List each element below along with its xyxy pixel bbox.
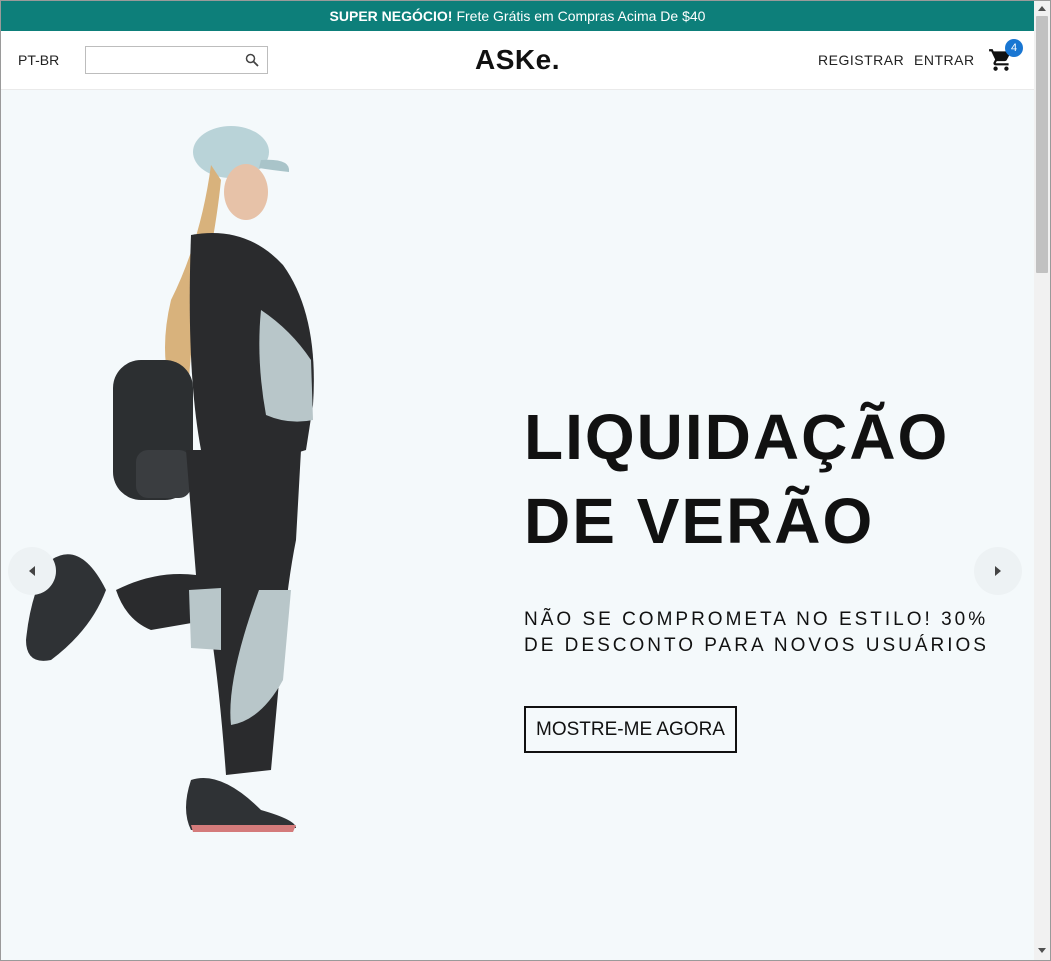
search-box bbox=[85, 46, 268, 74]
hero-title-line-2: DE VERÃO bbox=[524, 485, 875, 557]
search-icon[interactable] bbox=[245, 53, 259, 67]
hero-slider: LIQUIDAÇÃO DE VERÃO NÃO SE COMPROMETA NO… bbox=[1, 90, 1034, 960]
announcement-text: Frete Grátis em Compras Acima De $40 bbox=[456, 8, 706, 24]
page-scrollbar[interactable] bbox=[1034, 1, 1050, 960]
chevron-left-icon bbox=[29, 566, 35, 576]
hero-title: LIQUIDAÇÃO DE VERÃO bbox=[524, 395, 1004, 563]
language-selector[interactable]: PT-BR bbox=[18, 52, 59, 68]
login-link[interactable]: ENTRAR bbox=[914, 52, 975, 68]
hero-model-image bbox=[26, 126, 314, 832]
announcement-bar: SUPER NEGÓCIO! Frete Grátis em Compras A… bbox=[1, 1, 1034, 31]
hero-description-line-1: NÃO SE COMPROMETA NO ESTILO! 30% bbox=[524, 609, 989, 630]
hero-title-line-1: LIQUIDAÇÃO bbox=[524, 401, 950, 473]
slider-prev-button[interactable] bbox=[8, 547, 56, 595]
scroll-up-arrow-icon[interactable] bbox=[1038, 6, 1046, 11]
announcement-strong: SUPER NEGÓCIO! bbox=[329, 8, 453, 24]
show-me-now-button[interactable]: MOSTRE-ME AGORA bbox=[524, 706, 737, 753]
site-logo[interactable]: ASKe. bbox=[475, 44, 560, 76]
chevron-right-icon bbox=[995, 566, 1001, 576]
scroll-down-arrow-icon[interactable] bbox=[1038, 948, 1046, 953]
hero-description: NÃO SE COMPROMETA NO ESTILO! 30% DE DESC… bbox=[524, 607, 994, 659]
hero-description-line-2: DE DESCONTO PARA NOVOS USUÁRIOS bbox=[524, 635, 989, 656]
navbar: PT-BR ASKe. REGISTRAR ENTRAR 4 bbox=[1, 31, 1034, 90]
search-input[interactable] bbox=[86, 47, 236, 73]
cart-count-badge: 4 bbox=[1005, 39, 1023, 57]
scroll-thumb[interactable] bbox=[1036, 16, 1048, 273]
register-link[interactable]: REGISTRAR bbox=[818, 52, 904, 68]
